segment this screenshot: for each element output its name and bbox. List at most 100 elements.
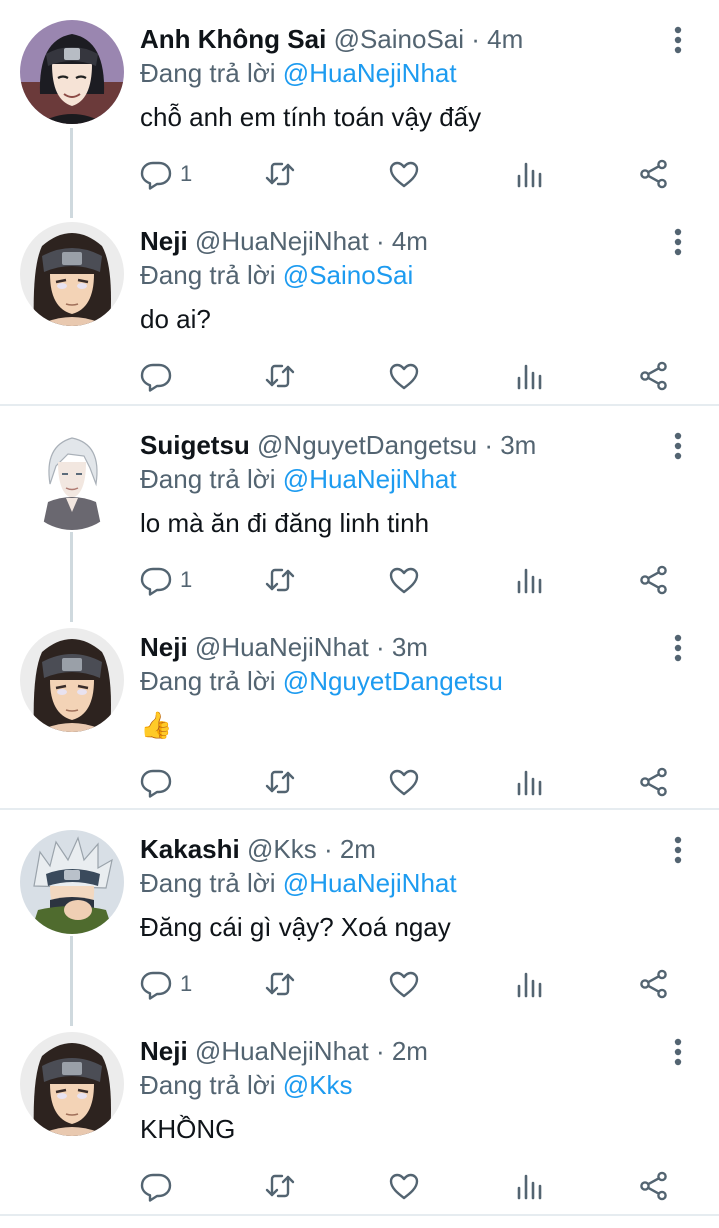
retweet-button[interactable] (264, 358, 296, 394)
share-icon (638, 1170, 670, 1202)
more-options-icon[interactable] (664, 226, 692, 258)
avatar[interactable] (20, 426, 124, 530)
like-button[interactable] (388, 156, 420, 192)
heart-icon (388, 360, 420, 392)
like-button[interactable] (388, 562, 420, 598)
tweet-card[interactable]: Kakashi @Kks · 2m Đang trả lời @HuaNejiNh… (0, 810, 719, 1012)
analytics-button[interactable] (514, 156, 546, 192)
replying-to-label: Đang trả lời (140, 1070, 276, 1100)
mention-link[interactable]: @HuaNejiNhat (283, 464, 457, 494)
tweet-header: Suigetsu @NguyetDangetsu · 3m (140, 428, 536, 462)
author-handle[interactable]: @SainoSai (334, 24, 464, 54)
share-button[interactable] (638, 358, 670, 394)
share-icon (638, 360, 670, 392)
like-button[interactable] (388, 966, 420, 1002)
action-bar: 1 (140, 562, 680, 598)
mention-link[interactable]: @Kks (283, 1070, 353, 1100)
share-icon (638, 766, 670, 798)
more-options-icon[interactable] (664, 430, 692, 462)
reply-button[interactable] (140, 764, 172, 800)
analytics-button[interactable] (514, 764, 546, 800)
replying-to: Đang trả lời @NguyetDangetsu (140, 664, 503, 698)
reply-button[interactable] (140, 1168, 172, 1204)
more-options-icon[interactable] (664, 632, 692, 664)
analytics-button[interactable] (514, 1168, 546, 1204)
mention-link[interactable]: @HuaNejiNhat (283, 868, 457, 898)
analytics-button[interactable] (514, 966, 546, 1002)
reply-count: 1 (180, 971, 193, 996)
like-button[interactable] (388, 764, 420, 800)
retweet-icon (264, 158, 296, 190)
timestamp[interactable]: · 4m (376, 226, 428, 256)
tweet-card[interactable]: Neji @HuaNejiNhat · 2m Đang trả lời @Kks K… (0, 1012, 719, 1214)
mention-link[interactable]: @NguyetDangetsu (283, 666, 503, 696)
timestamp[interactable]: · 3m (484, 430, 536, 460)
heart-icon (388, 1170, 420, 1202)
heart-icon (388, 968, 420, 1000)
action-bar (140, 358, 680, 394)
share-icon (638, 968, 670, 1000)
analytics-button[interactable] (514, 358, 546, 394)
avatar[interactable] (20, 830, 124, 934)
share-button[interactable] (638, 966, 670, 1002)
author-handle[interactable]: @HuaNejiNhat (195, 632, 369, 662)
retweet-button[interactable] (264, 562, 296, 598)
author-handle[interactable]: @HuaNejiNhat (195, 226, 369, 256)
more-options-icon[interactable] (664, 834, 692, 866)
author-name[interactable]: Kakashi (140, 834, 240, 864)
author-name[interactable]: Neji (140, 1036, 188, 1066)
more-options-icon[interactable] (664, 1036, 692, 1068)
retweet-button[interactable] (264, 1168, 296, 1204)
reply-button[interactable] (140, 358, 172, 394)
author-name[interactable]: Neji (140, 632, 188, 662)
mention-link[interactable]: @SainoSai (283, 260, 413, 290)
tweet-card[interactable]: Anh Không Sai @SainoSai · 4m Đang trả lời… (0, 0, 719, 202)
retweet-icon (264, 968, 296, 1000)
avatar[interactable] (20, 628, 124, 732)
reply-icon (140, 1170, 172, 1202)
reply-icon (140, 158, 172, 190)
author-handle[interactable]: @HuaNejiNhat (195, 1036, 369, 1066)
bar-chart-icon (514, 564, 546, 596)
author-handle[interactable]: @NguyetDangetsu (257, 430, 477, 460)
share-button[interactable] (638, 156, 670, 192)
retweet-icon (264, 360, 296, 392)
reply-button[interactable]: 1 (140, 966, 192, 1002)
like-button[interactable] (388, 1168, 420, 1204)
more-options-icon[interactable] (664, 24, 692, 56)
reply-button[interactable]: 1 (140, 562, 192, 598)
tweet-header: Neji @HuaNejiNhat · 2m (140, 1034, 428, 1068)
tweet-card[interactable]: Neji @HuaNejiNhat · 4m Đang trả lời @Sain… (0, 202, 719, 404)
timestamp[interactable]: · 2m (324, 834, 376, 864)
reply-button[interactable]: 1 (140, 156, 192, 192)
reply-icon (140, 766, 172, 798)
reply-icon (140, 564, 172, 596)
analytics-button[interactable] (514, 562, 546, 598)
avatar[interactable] (20, 20, 124, 124)
timestamp[interactable]: · 2m (376, 1036, 428, 1066)
mention-link[interactable]: @HuaNejiNhat (283, 58, 457, 88)
author-name[interactable]: Neji (140, 226, 188, 256)
action-bar: 1 (140, 966, 680, 1002)
share-button[interactable] (638, 562, 670, 598)
share-button[interactable] (638, 1168, 670, 1204)
heart-icon (388, 766, 420, 798)
tweet-card[interactable]: Neji @HuaNejiNhat · 3m Đang trả lời @Nguy… (0, 608, 719, 810)
share-button[interactable] (638, 764, 670, 800)
replying-to-label: Đang trả lời (140, 464, 276, 494)
avatar[interactable] (20, 1032, 124, 1136)
retweet-icon (264, 766, 296, 798)
replying-to-label: Đang trả lời (140, 260, 276, 290)
retweet-button[interactable] (264, 764, 296, 800)
author-name[interactable]: Anh Không Sai (140, 24, 326, 54)
tweet-card[interactable]: Suigetsu @NguyetDangetsu · 3m Đang trả lờ… (0, 406, 719, 608)
avatar[interactable] (20, 222, 124, 326)
like-button[interactable] (388, 358, 420, 394)
retweet-button[interactable] (264, 966, 296, 1002)
replying-to: Đang trả lời @HuaNejiNhat (140, 56, 457, 90)
timestamp[interactable]: · 3m (376, 632, 428, 662)
author-name[interactable]: Suigetsu (140, 430, 250, 460)
author-handle[interactable]: @Kks (247, 834, 317, 864)
timestamp[interactable]: · 4m (471, 24, 523, 54)
retweet-button[interactable] (264, 156, 296, 192)
